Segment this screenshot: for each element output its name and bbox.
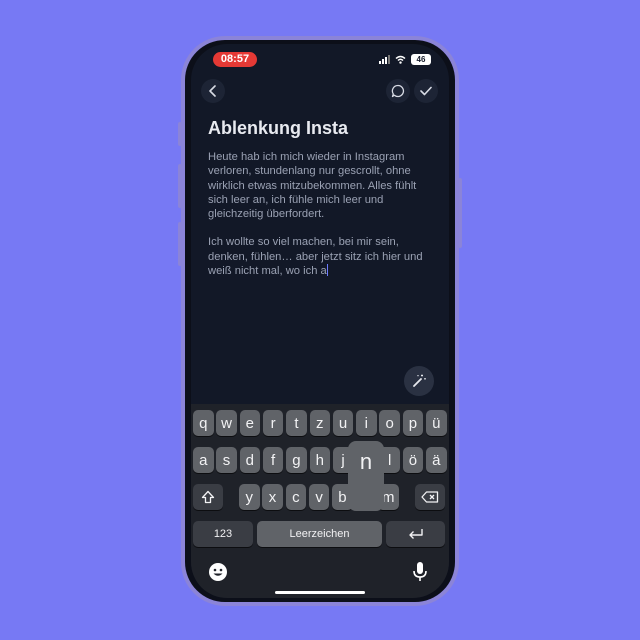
- note-paragraph-2: Ich wollte so viel machen, bei mir sein,…: [208, 235, 433, 278]
- text-cursor: [326, 264, 329, 277]
- key-c[interactable]: c: [285, 484, 307, 510]
- screen: 08:57 46 Ablenkung Insta Heute hab ich m…: [191, 44, 449, 598]
- home-indicator[interactable]: [275, 591, 365, 594]
- magic-wand-icon: [413, 374, 426, 387]
- key-f[interactable]: f: [262, 447, 284, 473]
- volume-up-button: [178, 164, 182, 208]
- key-ü[interactable]: ü: [426, 410, 447, 436]
- key-v[interactable]: v: [308, 484, 330, 510]
- wifi-icon: [395, 55, 406, 64]
- battery-icon: 46: [411, 54, 431, 65]
- key-popup-preview: n: [348, 441, 384, 511]
- key-s[interactable]: s: [216, 447, 237, 473]
- key-y[interactable]: y: [239, 484, 260, 510]
- status-indicators: 46: [379, 52, 431, 67]
- return-icon: [408, 529, 423, 539]
- magic-wand-button[interactable]: [404, 366, 434, 396]
- key-ä[interactable]: ä: [426, 447, 447, 473]
- shift-icon: [201, 490, 215, 504]
- key-h[interactable]: h: [309, 447, 330, 473]
- back-button[interactable]: [201, 79, 225, 103]
- check-icon: [420, 86, 432, 96]
- space-key[interactable]: Leerzeichen: [257, 521, 382, 547]
- action-button: [178, 122, 182, 146]
- key-o[interactable]: o: [379, 410, 400, 436]
- key-i[interactable]: i: [356, 410, 377, 436]
- key-x[interactable]: x: [262, 484, 283, 510]
- comment-button[interactable]: [386, 79, 410, 103]
- power-button: [458, 178, 462, 248]
- key-w[interactable]: w: [216, 410, 237, 436]
- key-t[interactable]: t: [286, 410, 307, 436]
- keyboard: q w e r t z u i o p ü a s d f g h j l ö ä y x c v b m 123 Leerzeiche…: [191, 404, 449, 598]
- key-q[interactable]: q: [193, 410, 214, 436]
- key-d[interactable]: d: [239, 447, 261, 473]
- microphone-icon: [413, 562, 427, 581]
- return-key[interactable]: [386, 521, 445, 547]
- signal-icon: [379, 55, 390, 64]
- comment-icon: [391, 84, 405, 98]
- key-u[interactable]: u: [332, 410, 354, 436]
- status-time[interactable]: 08:57: [213, 52, 257, 67]
- key-z[interactable]: z: [309, 410, 330, 436]
- backspace-key[interactable]: [415, 484, 445, 510]
- key-g[interactable]: g: [286, 447, 307, 473]
- back-icon: [209, 85, 216, 97]
- note-paragraph-1: Heute hab ich mich wieder in Instagram v…: [208, 151, 417, 221]
- backspace-icon: [421, 491, 439, 503]
- key-e[interactable]: e: [239, 410, 261, 436]
- note-body[interactable]: Heute hab ich mich wieder in Instagram v…: [208, 150, 433, 278]
- numbers-key[interactable]: 123: [193, 521, 253, 547]
- note-paragraph-2-text: Ich wollte so viel machen, bei mir sein,…: [208, 236, 423, 278]
- key-p[interactable]: p: [402, 410, 424, 436]
- key-r[interactable]: r: [262, 410, 284, 436]
- note-title[interactable]: Ablenkung Insta: [208, 118, 348, 139]
- volume-down-button: [178, 222, 182, 266]
- emoji-button[interactable]: [208, 562, 228, 587]
- shift-key[interactable]: [193, 484, 223, 510]
- key-ö[interactable]: ö: [402, 447, 424, 473]
- done-button[interactable]: [414, 79, 438, 103]
- dictation-button[interactable]: [412, 561, 428, 588]
- key-a[interactable]: a: [193, 447, 214, 473]
- emoji-icon: [209, 563, 227, 581]
